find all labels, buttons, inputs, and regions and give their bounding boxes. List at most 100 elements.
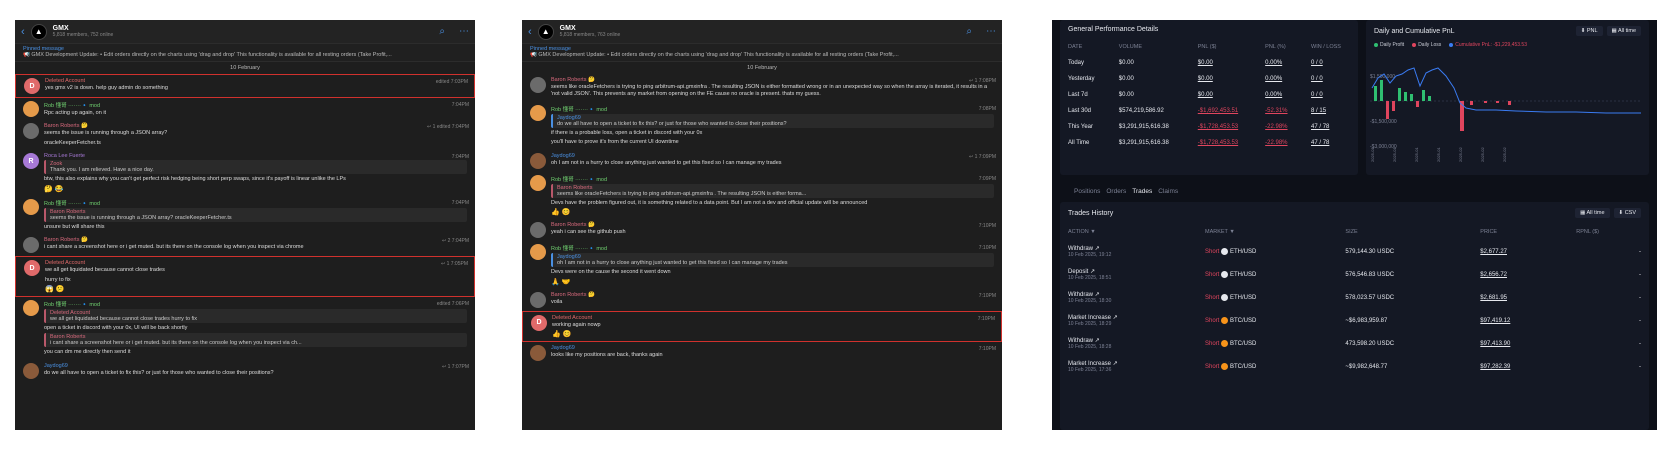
reply-quote[interactable]: Jaydog69 do we all have to open a ticket … <box>551 113 994 128</box>
chat-message[interactable]: Baron Roberts 🤔 voila 7:10PM <box>522 289 1002 311</box>
search-icon[interactable]: ⌕ <box>966 26 972 37</box>
avatar[interactable] <box>23 198 39 215</box>
sender-name[interactable]: Rob 懂哥 ·······🔹 mod <box>44 199 467 207</box>
history-header[interactable]: MARKET ▼ <box>1197 224 1337 240</box>
csv-button[interactable]: ⬇ CSV <box>1613 208 1641 218</box>
chat-message[interactable]: D Deleted Account we all get liquidated be… <box>15 256 475 297</box>
sender-name[interactable]: Baron Roberts 🤔 <box>551 222 994 228</box>
avatar[interactable] <box>23 101 39 117</box>
reply-quote[interactable]: Baron Roberts seems like oracleFetchers i… <box>551 183 994 198</box>
avatar[interactable] <box>23 237 39 254</box>
more-icon[interactable]: ⋯ <box>459 26 469 37</box>
avatar[interactable]: R <box>23 153 39 170</box>
chat-message[interactable]: Rob 懂哥 ·······🔹 mod Jaydog69 oh I am not i… <box>522 241 1002 288</box>
avatar[interactable] <box>23 299 39 316</box>
sender-name[interactable]: Baron Roberts 🤔 <box>551 292 994 298</box>
sender-name[interactable]: Roca Lee Fuerte <box>44 153 467 159</box>
pinned-message[interactable]: Pinned message 📢 GMX Development Update:… <box>15 44 475 62</box>
tab-trades[interactable]: Trades <box>1132 188 1152 195</box>
avatar[interactable] <box>530 77 546 93</box>
sender-name[interactable]: Baron Roberts 🤔 <box>44 237 467 243</box>
all-time-button[interactable]: ▦ All time <box>1606 26 1641 36</box>
action-cell[interactable]: Market Increase ↗ 10 Feb 2025, 17:36 <box>1060 355 1197 378</box>
message-text: Rpc acting up again, on it <box>44 110 107 116</box>
action-cell[interactable]: Withdraw ↗ 10 Feb 2025, 19:12 <box>1060 240 1197 263</box>
avatar[interactable] <box>23 123 39 140</box>
chat-message[interactable]: Baron Roberts 🤔 yeah i can see the github… <box>522 219 1002 241</box>
chat-message[interactable]: Baron Roberts 🤔 seems the issue is runnin… <box>15 120 475 150</box>
reactions[interactable]: 👍 😊 <box>552 330 993 338</box>
sender-name[interactable]: Deleted Account <box>45 260 466 266</box>
reply-quote[interactable]: Deleted Account we all get liquidated bec… <box>44 308 467 323</box>
chat-message[interactable]: R Roca Lee Fuerte Zook Thank you. I am reli… <box>15 150 475 195</box>
chat-message[interactable]: Rob 懂哥 ·······🔹 mod Jaydog69 do we all hav… <box>522 102 1002 150</box>
sender-name[interactable]: Rob 懂哥 ·······🔹 mod <box>551 175 994 183</box>
sender-name[interactable]: Deleted Account <box>552 315 993 321</box>
history-header[interactable]: RPNL ($) <box>1568 224 1649 240</box>
tab-positions[interactable]: Positions <box>1074 188 1100 195</box>
sender-name[interactable]: Baron Roberts 🤔 <box>44 123 467 129</box>
perf-cell: $3,291,915,616.38 <box>1118 124 1169 130</box>
avatar[interactable] <box>530 344 546 361</box>
history-header[interactable]: PRICE <box>1472 224 1568 240</box>
pinned-message[interactable]: Pinned message 📢 GMX Development Update:… <box>522 44 1002 62</box>
avatar[interactable] <box>23 362 39 379</box>
chat-message[interactable]: Jaydog69 looks like my positions are back… <box>522 342 1002 364</box>
action-cell[interactable]: Deposit ↗ 10 Feb 2025, 18:51 <box>1060 263 1197 286</box>
sender-name[interactable]: Rob 懂哥 ·······🔹 mod <box>44 300 467 308</box>
back-icon[interactable]: ‹ <box>528 26 532 38</box>
chat-message[interactable]: D Deleted Account working again nowp 👍 😊 7:1… <box>522 310 1002 342</box>
reactions[interactable]: 🙏 🤝 <box>551 278 994 286</box>
all-time-filter[interactable]: ▦ All time <box>1575 208 1610 218</box>
reply-quote[interactable]: Jaydog69 oh I am not in a hurry to close … <box>551 253 994 268</box>
reply-quote[interactable]: Zook Thank you. I am relieved. Have a nic… <box>44 160 467 175</box>
history-header[interactable]: ACTION ▼ <box>1060 224 1197 240</box>
avatar[interactable]: D <box>24 260 40 277</box>
tab-orders[interactable]: Orders <box>1106 188 1126 195</box>
chat-message[interactable]: Jaydog69 do we all have to open a ticket … <box>15 360 475 382</box>
avatar[interactable] <box>530 291 546 308</box>
action-cell[interactable]: Withdraw ↗ 10 Feb 2025, 18:28 <box>1060 332 1197 355</box>
side-label: Short <box>1205 295 1220 302</box>
sender-name[interactable]: Jaydog69 <box>551 345 994 351</box>
chat-message[interactable]: Baron Roberts 🤔 seems like oracleFetchers… <box>522 74 1002 102</box>
reactions[interactable]: 👍 😊 <box>551 208 994 216</box>
search-icon[interactable]: ⌕ <box>439 26 445 37</box>
group-avatar[interactable]: ▲ <box>30 23 47 40</box>
sender-name[interactable]: Baron Roberts 🤔 <box>551 77 994 83</box>
sender-name[interactable]: Rob 懂哥 ·······🔹 mod <box>551 244 994 252</box>
pnl-button[interactable]: ⬇ PNL <box>1575 26 1603 36</box>
reactions[interactable]: 🤔 😂 <box>44 185 467 193</box>
sender-name[interactable]: Rob 懂哥 ·······🔹 mod <box>44 101 467 109</box>
avatar[interactable] <box>530 222 546 239</box>
chat-message[interactable]: Rob 懂哥 ·······🔹 mod Deleted Account we all… <box>15 297 475 360</box>
avatar[interactable]: D <box>24 78 40 94</box>
more-icon[interactable]: ⋯ <box>986 26 996 37</box>
chat-message[interactable]: D Deleted Account yes gmx v2 is down. help… <box>15 74 475 98</box>
chat-message[interactable]: Jaydog69 oh I am not in a hurry to close … <box>522 150 1002 172</box>
action-cell[interactable]: Withdraw ↗ 10 Feb 2025, 18:30 <box>1060 286 1197 309</box>
history-header[interactable]: SIZE <box>1337 224 1472 240</box>
back-icon[interactable]: ‹ <box>21 26 25 38</box>
group-avatar[interactable]: ▲ <box>537 23 554 40</box>
avatar[interactable] <box>530 104 546 121</box>
sender-name[interactable]: Jaydog69 <box>44 363 467 369</box>
chat-message[interactable]: Rob 懂哥 ·······🔹 mod Rpc acting up again, … <box>15 98 475 120</box>
chat-message[interactable]: Baron Roberts 🤔 i cant share a screenshot… <box>15 234 475 256</box>
reply-quote[interactable]: Baron Roberts seems the issue is running … <box>44 207 467 222</box>
reply-quote[interactable]: Baron Roberts i cant share a screenshot h… <box>44 333 467 348</box>
action-cell[interactable]: Market Increase ↗ 10 Feb 2025, 18:29 <box>1060 309 1197 332</box>
avatar[interactable] <box>530 244 546 261</box>
sender-name[interactable]: Deleted Account <box>45 78 466 84</box>
sender-name[interactable]: Jaydog69 <box>551 153 994 159</box>
avatar[interactable] <box>530 152 546 169</box>
message-text: seems the issue is running through a JSO… <box>44 130 168 137</box>
avatar[interactable] <box>530 174 546 191</box>
tab-claims[interactable]: Claims <box>1158 188 1178 195</box>
sender-name[interactable]: Rob 懂哥 ·······🔹 mod <box>551 105 994 113</box>
size-cell: 576,546.83 USDC <box>1345 271 1395 278</box>
reactions[interactable]: 😱 😕 <box>45 285 466 293</box>
chat-message[interactable]: Rob 懂哥 ·······🔹 mod Baron Roberts seems th… <box>15 196 475 234</box>
chat-message[interactable]: Rob 懂哥 ·······🔹 mod Baron Roberts seems li… <box>522 172 1002 219</box>
avatar[interactable]: D <box>531 314 547 331</box>
